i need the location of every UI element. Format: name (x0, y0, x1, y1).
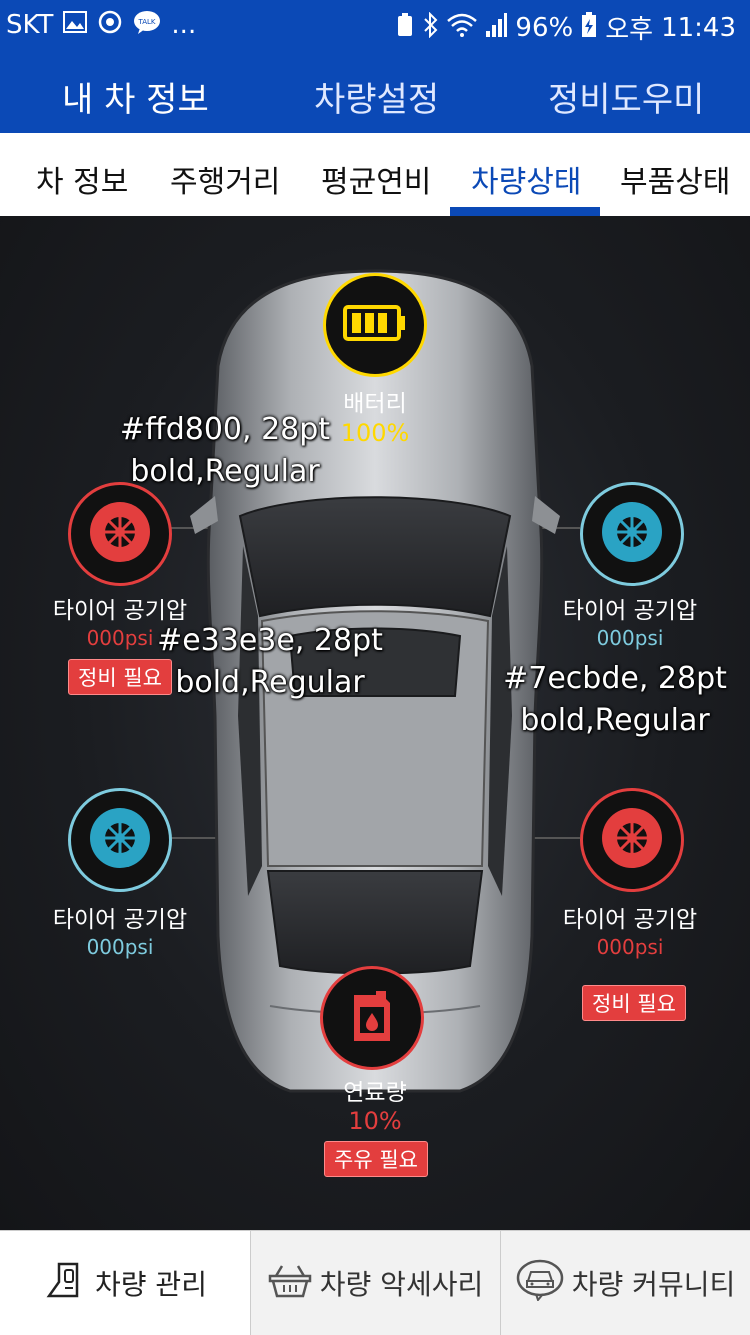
blue-spec-note: #7ecbde, 28pt bold,Regular (495, 658, 735, 742)
tab-car-info[interactable]: 차 정보 (36, 157, 128, 201)
sub-tabs: 차 정보 주행거리 평균연비 차량상태 부품상태 (0, 133, 750, 216)
yellow-spec-line-2: bold,Regular (130, 454, 320, 489)
tire-rear-right-label: 타이어 공기압 (562, 907, 698, 933)
fuel-value: 10% (348, 1107, 402, 1135)
signal-icon (485, 12, 508, 43)
tire-rear-right-service-badge: 정비 필요 (582, 985, 686, 1021)
tire-icon (88, 806, 152, 874)
tire-icon (600, 500, 664, 568)
bottomnav-vehicle-accessories-label: 차량 악세사리 (319, 1268, 484, 1301)
topnav-vehicle-settings[interactable]: 차량설정 (314, 72, 439, 121)
car-chat-icon (516, 1259, 564, 1308)
tire-front-right-label: 타이어 공기압 (562, 598, 698, 624)
bottomnav-vehicle-management-label: 차량 관리 (95, 1268, 207, 1301)
tire-rear-right-button[interactable] (580, 788, 684, 892)
battery-icon (343, 303, 407, 347)
tire-rear-right-value: 000psi (596, 935, 664, 959)
topnav-maintenance-helper[interactable]: 정비도우미 (548, 72, 704, 121)
bottomnav-vehicle-management[interactable]: 차량 관리 (0, 1231, 250, 1335)
bottom-nav: 차량 관리 차량 악세사리 차량 커뮤니티 (0, 1230, 750, 1335)
blue-spec-line-1: #7ecbde, 28pt (503, 661, 727, 696)
talk-icon: TALK (133, 10, 161, 40)
tire-rear-left-button[interactable] (68, 788, 172, 892)
battery-percent: 96% (515, 12, 574, 43)
car-door-icon (43, 1260, 87, 1307)
carrier-label: SKT (6, 10, 54, 40)
timer-icon (97, 9, 123, 41)
tire-rear-left-label: 타이어 공기압 (52, 907, 188, 933)
clock-time: 11:43 (661, 12, 736, 43)
tab-mileage[interactable]: 주행거리 (170, 157, 280, 201)
battery-status-button[interactable] (323, 273, 427, 377)
active-tab-indicator (450, 207, 600, 216)
bottomnav-vehicle-accessories[interactable]: 차량 악세사리 (250, 1231, 500, 1335)
red-spec-line-2: bold,Regular (175, 665, 365, 700)
tab-parts-status[interactable]: 부품상태 (620, 157, 730, 201)
battery-charging-icon (581, 11, 597, 44)
tire-icon (600, 806, 664, 874)
blue-spec-line-2: bold,Regular (520, 703, 710, 738)
fuel-refuel-badge: 주유 필요 (324, 1141, 428, 1177)
overflow-label: ... (171, 10, 197, 40)
battery-saver-icon (395, 12, 415, 43)
svg-text:TALK: TALK (138, 18, 156, 26)
status-bar: SKT TALK ... 96% 오후 11:43 (0, 0, 750, 52)
tab-vehicle-status[interactable]: 차량상태 (471, 157, 581, 201)
wifi-icon (447, 13, 478, 43)
vehicle-status-panel: 배터리 100% 타이어 공기압 000psi 정비 필요 타이어 공기압 00… (0, 216, 750, 1230)
ampm-label: 오후 (605, 15, 654, 45)
tire-rear-left-value: 000psi (86, 935, 154, 959)
red-spec-note: #e33e3e, 28pt bold,Regular (150, 620, 390, 704)
basket-icon (268, 1262, 312, 1305)
tire-icon (88, 500, 152, 568)
yellow-spec-note: #ffd800, 28pt bold,Regular (115, 409, 335, 493)
tire-front-right-button[interactable] (580, 482, 684, 586)
tire-front-right-value: 000psi (596, 626, 664, 650)
top-nav: 내 차 정보 차량설정 정비도우미 (0, 52, 750, 133)
bottomnav-vehicle-community[interactable]: 차량 커뮤니티 (500, 1231, 750, 1335)
bottomnav-vehicle-community-label: 차량 커뮤니티 (571, 1268, 736, 1301)
tab-fuel-economy[interactable]: 평균연비 (321, 157, 431, 201)
red-spec-line-1: #e33e3e, 28pt (157, 623, 383, 658)
yellow-spec-line-1: #ffd800, 28pt (119, 412, 331, 447)
fuel-status-button[interactable] (320, 966, 424, 1070)
image-icon (63, 11, 88, 39)
fuel-label: 연료량 (343, 1080, 407, 1106)
bluetooth-icon (423, 11, 439, 44)
tire-front-left-button[interactable] (68, 482, 172, 586)
fuel-can-icon (350, 989, 394, 1047)
topnav-my-car[interactable]: 내 차 정보 (62, 72, 209, 121)
